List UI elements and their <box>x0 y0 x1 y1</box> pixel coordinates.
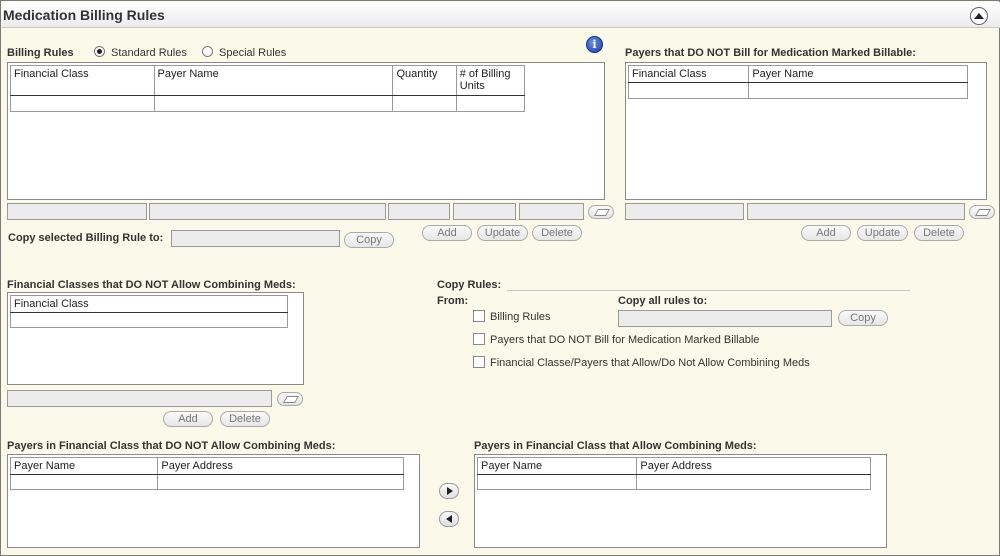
radio-standard-label: Standard Rules <box>111 47 187 59</box>
table-cell[interactable] <box>10 95 155 112</box>
quantity-field[interactable] <box>388 203 450 220</box>
fin-class-add-button[interactable]: Add <box>163 411 213 427</box>
table-cell[interactable] <box>476 474 638 490</box>
move-left-icon[interactable] <box>439 511 459 527</box>
info-icon[interactable]: i <box>586 36 603 53</box>
copy-rules-label: Copy Rules: <box>437 279 502 291</box>
billing-rules-label: Billing Rules <box>7 47 74 59</box>
move-right-icon[interactable] <box>439 483 459 499</box>
billing-add-button[interactable]: Add <box>422 225 472 241</box>
fin-class-field[interactable] <box>7 390 272 407</box>
col-financial-class[interactable]: Financial Class <box>627 65 750 83</box>
title-bar: Medication Billing Rules <box>2 2 1000 28</box>
table-cell[interactable] <box>748 82 968 99</box>
col-payer-name[interactable]: Payer Name <box>9 457 159 475</box>
copy-billing-rule-field[interactable] <box>171 230 340 247</box>
table-cell[interactable] <box>9 474 159 490</box>
copy-all-rules-button[interactable]: Copy <box>838 310 888 326</box>
divider <box>507 290 910 291</box>
checkbox-combining-meds[interactable] <box>473 356 485 368</box>
copy-billing-rule-label: Copy selected Billing Rule to: <box>8 232 164 244</box>
checkbox-combining-meds-label: Financial Classe/Payers that Allow/Do No… <box>490 357 810 369</box>
payers-delete-button[interactable]: Delete <box>914 225 964 241</box>
fin-classes-grid[interactable]: Financial Class <box>7 292 304 385</box>
table-cell[interactable] <box>392 95 457 112</box>
eraser-icon[interactable] <box>277 392 303 406</box>
col-payer-name[interactable]: Payer Name <box>476 457 638 475</box>
table-cell[interactable] <box>10 312 288 328</box>
table-cell[interactable] <box>455 95 526 112</box>
payers-add-button[interactable]: Add <box>801 225 851 241</box>
billing-update-button[interactable]: Update <box>477 225 528 241</box>
billing-units-field[interactable] <box>453 203 516 220</box>
extra-field[interactable] <box>519 203 584 220</box>
checkbox-billing-rules[interactable] <box>473 310 485 322</box>
col-billing-units[interactable]: # of Billing Units <box>455 65 526 96</box>
col-payer-address[interactable]: Payer Address <box>157 457 404 475</box>
collapse-up-icon[interactable] <box>970 7 988 25</box>
col-financial-class[interactable]: Financial Class <box>10 295 288 313</box>
billing-delete-button[interactable]: Delete <box>532 225 582 241</box>
radio-special-label: Special Rules <box>219 47 287 59</box>
payers-not-allow-label: Payers in Financial Class that DO NOT Al… <box>7 440 336 452</box>
payers-fin-class-field[interactable] <box>625 203 744 220</box>
page-title: Medication Billing Rules <box>3 7 165 23</box>
billing-rules-grid[interactable]: Financial Class Payer Name Quantity # of… <box>7 62 605 200</box>
table-cell[interactable] <box>636 474 871 490</box>
table-cell[interactable] <box>627 82 750 99</box>
payers-payer-name-field[interactable] <box>747 203 965 220</box>
radio-special-rules[interactable] <box>202 46 213 57</box>
eraser-icon[interactable] <box>588 205 614 219</box>
fin-classes-label: Financial Classes that DO NOT Allow Comb… <box>7 279 296 291</box>
radio-standard-rules[interactable] <box>94 46 105 57</box>
payers-not-bill-label: Payers that DO NOT Bill for Medication M… <box>625 47 916 59</box>
col-payer-name[interactable]: Payer Name <box>748 65 968 83</box>
copy-all-rules-field[interactable] <box>618 310 832 327</box>
checkbox-payers-not-bill-label: Payers that DO NOT Bill for Medication M… <box>490 334 760 346</box>
table-cell[interactable] <box>153 95 394 112</box>
copy-from-label: From: <box>437 295 469 307</box>
financial-class-field[interactable] <box>7 203 147 220</box>
fin-class-delete-button[interactable]: Delete <box>220 411 270 427</box>
payers-allow-grid[interactable]: Payer Name Payer Address <box>474 454 887 548</box>
table-cell[interactable] <box>157 474 404 490</box>
copy-all-rules-label: Copy all rules to: <box>618 295 708 307</box>
col-financial-class[interactable]: Financial Class <box>10 65 155 96</box>
payer-name-field[interactable] <box>149 203 386 220</box>
copy-billing-rule-button[interactable]: Copy <box>344 232 394 248</box>
payers-not-allow-grid[interactable]: Payer Name Payer Address <box>7 454 420 548</box>
payers-not-bill-grid[interactable]: Financial Class Payer Name <box>625 62 987 200</box>
payers-update-button[interactable]: Update <box>857 225 908 241</box>
eraser-icon[interactable] <box>969 205 995 219</box>
checkbox-payers-not-bill[interactable] <box>473 333 485 345</box>
payers-allow-label: Payers in Financial Class that Allow Com… <box>474 440 757 452</box>
checkbox-billing-rules-label: Billing Rules <box>490 311 551 323</box>
col-payer-address[interactable]: Payer Address <box>636 457 871 475</box>
col-payer-name[interactable]: Payer Name <box>153 65 394 96</box>
col-quantity[interactable]: Quantity <box>392 65 457 96</box>
